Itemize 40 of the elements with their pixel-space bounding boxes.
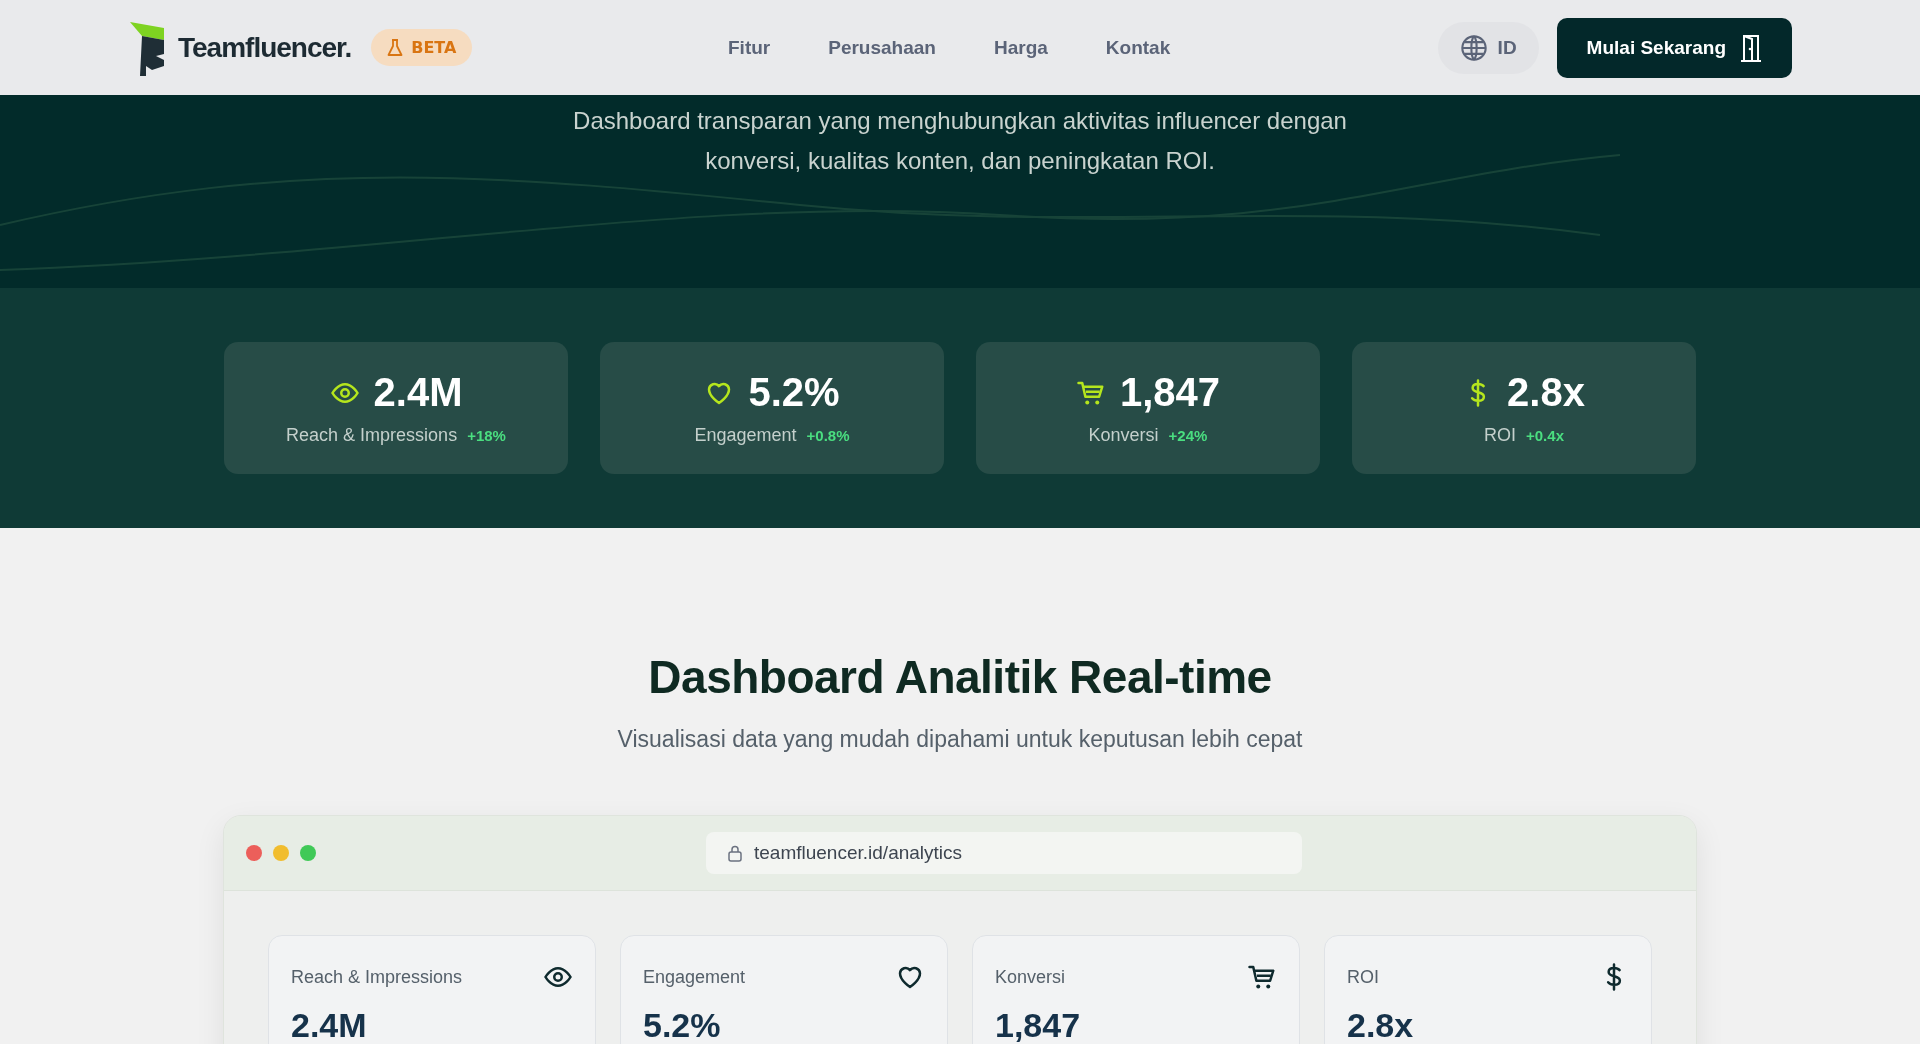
- door-icon: [1740, 33, 1762, 62]
- metric-value: 2.8x: [1347, 1006, 1415, 1044]
- nav-link[interactable]: Harga: [993, 36, 1048, 59]
- metric-label: Engagement: [643, 966, 746, 988]
- nav-link[interactable]: Perusahaan: [828, 36, 936, 59]
- section-subtitle: Visualisasi data yang mudah dipahami untuk keputusan lebih cepat: [617, 726, 1303, 753]
- flask-icon: [387, 38, 404, 57]
- start-button[interactable]: Mulai Sekarang: [1556, 17, 1792, 78]
- stat-label: Reach & Impressions: [286, 425, 458, 446]
- nav-link[interactable]: Kontak: [1105, 36, 1171, 59]
- stat-change: +0.8%: [806, 427, 850, 444]
- metric-value: 2.4M: [291, 1006, 368, 1044]
- stat-change: +18%: [467, 427, 506, 444]
- metric-label: ROI: [1347, 966, 1379, 988]
- address-bar: teamfluencer.id/analytics: [706, 832, 1302, 874]
- hero-text: Dashboard transparan yang menghubungkan aktivitas influencer dengan: [573, 106, 1347, 136]
- window-dot: [273, 845, 289, 861]
- stat-change: +24%: [1168, 427, 1208, 444]
- stat-label: ROI: [1484, 425, 1516, 446]
- stat-label: Engagement: [694, 425, 797, 446]
- beta-badge: BETA: [371, 29, 473, 66]
- metric-label: Konversi: [995, 966, 1066, 988]
- window-dot: [246, 845, 262, 861]
- language-button[interactable]: ID: [1437, 21, 1539, 74]
- stat-change: +0.4x: [1526, 427, 1564, 444]
- window-dot: [300, 845, 316, 861]
- nav-link[interactable]: Fitur: [728, 36, 771, 59]
- stat-value: 5.2%: [748, 370, 840, 415]
- brand-name[interactable]: Teamfluencer.: [178, 31, 352, 64]
- stat-value: 1,847: [1119, 370, 1221, 415]
- stat-value: 2.8x: [1507, 370, 1585, 415]
- section-title: Dashboard Analitik Real-time: [648, 650, 1272, 704]
- stat-label: Konversi: [1088, 425, 1159, 446]
- metric-value: 1,847: [995, 1006, 1082, 1044]
- lock-icon: [728, 844, 742, 862]
- metric-value: 5.2%: [643, 1006, 722, 1044]
- metric-label: Reach & Impressions: [291, 966, 463, 988]
- stat-value: 2.4M: [373, 370, 463, 415]
- globe-icon: [1459, 33, 1488, 62]
- hero-text: konversi, kualitas konten, dan peningkatan ROI.: [705, 146, 1215, 176]
